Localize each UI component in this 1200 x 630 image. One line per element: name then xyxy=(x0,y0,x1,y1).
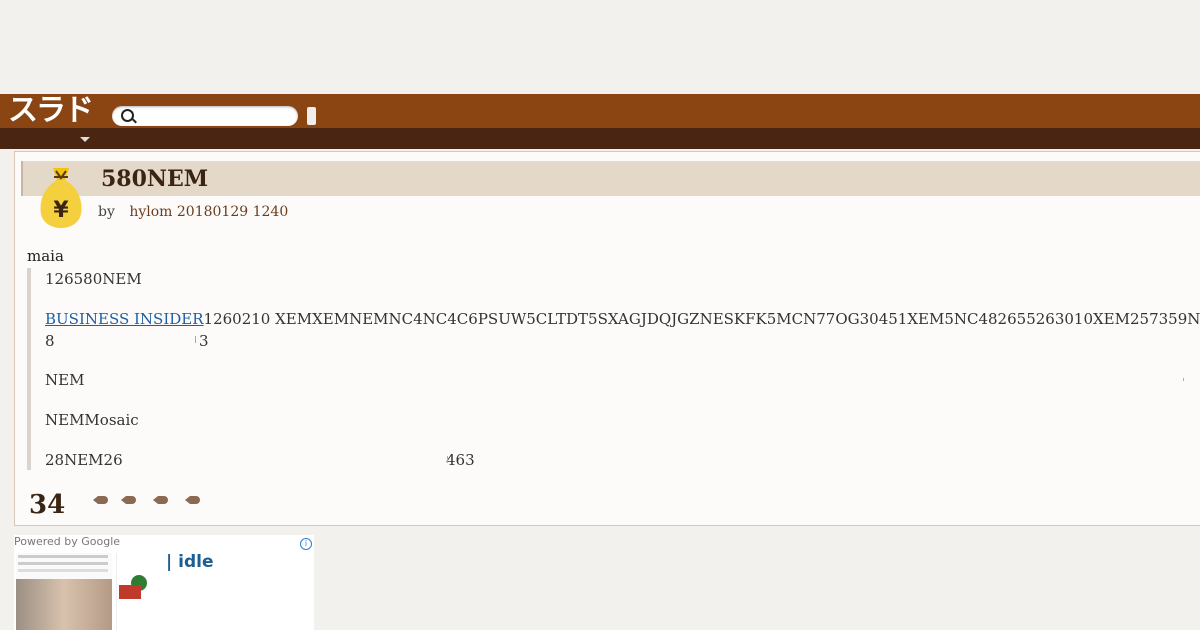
quote-line: BUSINESS INSIDER1260210 XEMXEMNEMNC4NC4C… xyxy=(45,310,1200,328)
quote-line: 126580NEM xyxy=(45,270,142,288)
ad-thumbnail-secondary[interactable] xyxy=(116,553,151,630)
site-header: スラド xyxy=(0,94,1200,128)
comment-count[interactable]: 34 xyxy=(29,490,65,520)
ad-headline[interactable]: | idle xyxy=(166,552,213,572)
author-link[interactable]: hylom xyxy=(129,204,172,220)
ad-photo xyxy=(16,579,112,630)
tag-icon[interactable] xyxy=(153,496,168,504)
ad-powered-by: Powered by Google xyxy=(14,535,121,548)
quote-line: NEMMosaic xyxy=(45,411,139,429)
tag-icon[interactable] xyxy=(93,496,108,504)
svg-text:¥: ¥ xyxy=(53,198,69,223)
tag-icon[interactable] xyxy=(121,496,136,504)
sub-navigation xyxy=(0,128,1200,149)
text-artifact xyxy=(447,456,448,463)
google-ad[interactable]: Powered by Google i | idle xyxy=(14,535,314,630)
info-icon[interactable]: i xyxy=(300,538,312,550)
ad-thumbnail[interactable] xyxy=(16,553,112,630)
story-quote: 126580NEM BUSINESS INSIDER1260210 XEMXEM… xyxy=(27,268,1200,470)
search-icon xyxy=(121,109,134,122)
top-blank-area xyxy=(0,0,1200,94)
site-logo[interactable]: スラド xyxy=(8,94,94,128)
text-artifact xyxy=(1183,378,1184,381)
story-card: 580NEM ¥ by hylom 20180129 1240 maia 126… xyxy=(14,151,1200,526)
ad-graphic xyxy=(119,585,141,599)
money-bag-icon: ¥ xyxy=(40,168,82,228)
source-link[interactable]: BUSINESS INSIDER xyxy=(45,310,204,328)
story-title[interactable]: 580NEM xyxy=(101,166,208,192)
search-button[interactable] xyxy=(307,107,316,125)
quote-line: 463 xyxy=(446,451,475,469)
story-byline: by hylom 20180129 1240 xyxy=(98,204,288,220)
quote-line: 8 xyxy=(45,332,55,350)
tag-icon[interactable] xyxy=(185,496,200,504)
quote-line: 28NEM26 xyxy=(45,451,123,469)
story-title-bar: 580NEM xyxy=(21,161,1200,196)
ad-thumbnail-text xyxy=(18,555,108,558)
byline-prefix: by xyxy=(98,204,115,220)
story-date: 20180129 1240 xyxy=(176,204,289,220)
quote-line: NEM xyxy=(45,371,85,389)
chevron-down-icon[interactable] xyxy=(80,137,90,142)
text-artifact xyxy=(195,336,196,343)
search-input[interactable] xyxy=(112,106,298,126)
quote-line-text: 1260210 XEMXEMNEMNC4NC4C6PSUW5CLTDT5SXAG… xyxy=(203,310,1200,328)
quote-line: 3 xyxy=(199,332,209,350)
story-intro: maia xyxy=(27,247,64,265)
